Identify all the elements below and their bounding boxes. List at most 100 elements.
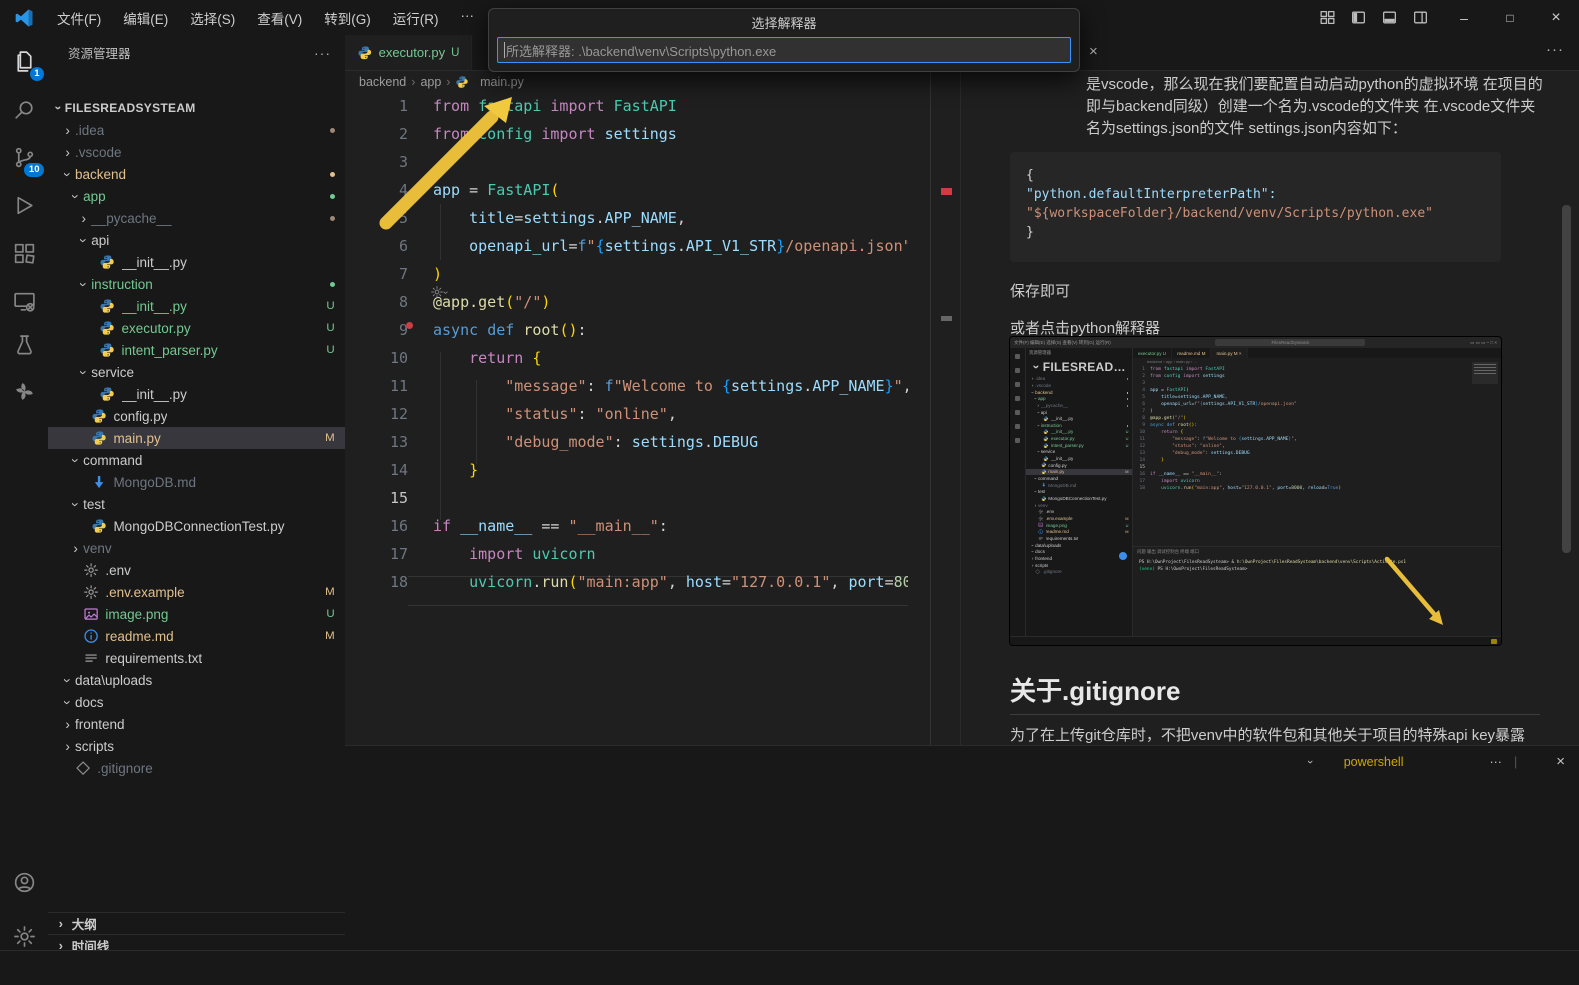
tree-item-command[interactable]: ›command bbox=[1026, 475, 1132, 482]
tree-item-__init__.py[interactable]: ›__init__.pyU bbox=[1026, 429, 1132, 436]
menu-查看(V)[interactable]: 查看(V) bbox=[246, 4, 313, 32]
tree-item-config.py[interactable]: ›config.py bbox=[48, 405, 345, 427]
tree-item-frontend[interactable]: ›frontend bbox=[48, 713, 345, 735]
menu-选择(S)[interactable]: 选择(S) bbox=[179, 4, 246, 32]
split-terminal-dropdown-icon[interactable] bbox=[1281, 754, 1296, 769]
inline-gear-icon[interactable]: › bbox=[430, 285, 447, 299]
tree-item-main.py[interactable]: ›main.pyM bbox=[1026, 469, 1132, 476]
kill-terminal-icon[interactable] bbox=[1462, 754, 1477, 769]
activity-account-icon[interactable] bbox=[0, 859, 48, 905]
tree-item-image.png[interactable]: ›image.pngU bbox=[1026, 522, 1132, 529]
tree-item-api[interactable]: ›api bbox=[48, 229, 345, 251]
tree-item-readme.md[interactable]: ›readme.mdM bbox=[1026, 528, 1132, 535]
tree-item-requirements.txt[interactable]: ›requirements.txt bbox=[1026, 535, 1132, 542]
tree-item-config.py[interactable]: ›config.py bbox=[1026, 462, 1132, 469]
timeline-section[interactable]: ›时间线 bbox=[48, 934, 345, 950]
tree-item-__init__.py[interactable]: ›__init__.py bbox=[1026, 415, 1132, 422]
chevron-down-icon[interactable]: › bbox=[1304, 760, 1316, 764]
maximize-panel-icon[interactable] bbox=[1529, 754, 1544, 769]
tree-item-service[interactable]: ›service bbox=[48, 361, 345, 383]
editor-actions-more-icon[interactable]: ··· bbox=[1546, 41, 1564, 58]
tree-item-executor.py[interactable]: ›executor.pyU bbox=[48, 317, 345, 339]
tree-item-instruction[interactable]: ›instruction bbox=[1026, 422, 1132, 429]
terminal-instance-powershell[interactable]: powershell bbox=[1324, 754, 1424, 769]
tree-item-main.py[interactable]: ›main.pyM bbox=[48, 427, 345, 449]
toggle-sidebar-icon[interactable] bbox=[1350, 9, 1367, 26]
tree-item-.gitignore[interactable]: ›.gitignore bbox=[48, 757, 345, 779]
refresh-icon[interactable] bbox=[1052, 13, 1069, 30]
tree-item-venv[interactable]: ›venv bbox=[48, 537, 345, 559]
tree-item-scripts[interactable]: ›scripts bbox=[1026, 562, 1132, 569]
activity-remote-explorer-icon[interactable] bbox=[0, 278, 48, 324]
tree-item-.vscode[interactable]: ›.vscode bbox=[48, 141, 345, 163]
menu-编辑(E)[interactable]: 编辑(E) bbox=[112, 4, 179, 32]
tree-item-MongoDB.md[interactable]: ›MongoDB.md bbox=[48, 471, 345, 493]
tree-item-executor.py[interactable]: ›executor.pyU bbox=[1026, 435, 1132, 442]
tree-item-FILESREADSYSTEAM[interactable]: ›FILESREADSYSTEAM bbox=[1026, 358, 1132, 375]
tree-item-__init__.py[interactable]: ›__init__.py bbox=[1026, 455, 1132, 462]
tree-item-.env.example[interactable]: ›.env.exampleM bbox=[1026, 515, 1132, 522]
customize-layout-icon[interactable] bbox=[1319, 9, 1336, 26]
tree-item-app[interactable]: ›app bbox=[1026, 395, 1132, 402]
tree-item-requirements.txt[interactable]: ›requirements.txt bbox=[48, 647, 345, 669]
tree-item-image.png[interactable]: ›image.pngU bbox=[48, 603, 345, 625]
tab-executor-py[interactable]: executor.py U bbox=[345, 35, 472, 70]
terminal-more-icon[interactable]: ··· bbox=[1489, 755, 1502, 769]
tree-item-test[interactable]: ›test bbox=[48, 493, 345, 515]
toggle-panel-icon[interactable] bbox=[1381, 9, 1398, 26]
tree-item-readme.md[interactable]: ›readme.mdM bbox=[48, 625, 345, 647]
tree-item-__init__.py[interactable]: ›__init__.py bbox=[48, 251, 345, 273]
activity-files-icon[interactable]: 1 bbox=[0, 38, 48, 84]
split-terminal-icon[interactable] bbox=[1435, 754, 1450, 769]
activity-test-beaker-icon[interactable] bbox=[0, 322, 48, 368]
tree-item-__pycache__[interactable]: ›__pycache__ bbox=[48, 207, 345, 229]
tree-item-__init__.py[interactable]: ›__init__.pyU bbox=[48, 295, 345, 317]
tree-item-__init__.py[interactable]: ›__init__.py bbox=[48, 383, 345, 405]
tree-item-.env[interactable]: ›.env bbox=[1026, 509, 1132, 516]
tree-item-intent_parser.py[interactable]: ›intent_parser.pyU bbox=[48, 339, 345, 361]
tree-item-service[interactable]: ›service bbox=[1026, 449, 1132, 456]
tree-item-data\uploads[interactable]: ›data\uploads bbox=[48, 669, 345, 691]
close-button[interactable]: × bbox=[1533, 0, 1579, 35]
interpreter-search-input[interactable]: 所选解释器: .\backend\venv\Scripts\python.exe bbox=[497, 37, 1071, 63]
tree-item-MongoDBConnectionTest.py[interactable]: ›MongoDBConnectionTest.py bbox=[48, 515, 345, 537]
activity-search-icon[interactable] bbox=[0, 86, 48, 132]
activity-run-debug-icon[interactable] bbox=[0, 182, 48, 228]
activity-source-control-icon[interactable]: 10 bbox=[0, 134, 48, 180]
tree-item-.vscode[interactable]: ›.vscode bbox=[1026, 382, 1132, 389]
breadcrumb[interactable]: backend›app›main.py bbox=[345, 71, 960, 93]
tree-item-.env.example[interactable]: ›.env.exampleM bbox=[48, 581, 345, 603]
tree-item-command[interactable]: ›command bbox=[48, 449, 345, 471]
maximize-button[interactable]: □ bbox=[1487, 0, 1533, 35]
close-tab-icon[interactable]: × bbox=[1089, 43, 1098, 60]
tree-item-MongoDB.md[interactable]: ›MongoDB.md bbox=[1026, 482, 1132, 489]
tree-item-.idea[interactable]: ›.idea bbox=[1026, 375, 1132, 382]
tree-item-data\uploads[interactable]: ›data\uploads bbox=[1026, 542, 1132, 549]
breadcrumb-app[interactable]: app bbox=[420, 75, 441, 89]
close-panel-icon[interactable]: × bbox=[1556, 753, 1565, 770]
tree-item-FILESREADSYSTEAM[interactable]: ›FILESREADSYSTEAM bbox=[48, 97, 345, 119]
menu-···[interactable]: ··· bbox=[450, 4, 486, 32]
menu-运行(R)[interactable]: 运行(R) bbox=[382, 4, 450, 32]
tree-item-MongoDBConnectionTest.py[interactable]: ›MongoDBConnectionTest.py bbox=[1026, 495, 1132, 502]
tree-item-instruction[interactable]: ›instruction bbox=[48, 273, 345, 295]
breadcrumb-backend[interactable]: backend bbox=[359, 75, 406, 89]
tree-item-backend[interactable]: ›backend bbox=[1026, 389, 1132, 396]
tree-item-docs[interactable]: ›docs bbox=[48, 691, 345, 713]
activity-extensions-icon[interactable] bbox=[0, 230, 48, 276]
toggle-secondary-sidebar-icon[interactable] bbox=[1412, 9, 1429, 26]
outline-section[interactable]: ›大纲 bbox=[48, 912, 345, 934]
tree-item-scripts[interactable]: ›scripts bbox=[48, 735, 345, 757]
minimize-button[interactable]: – bbox=[1441, 0, 1487, 35]
tree-item-__pycache__[interactable]: ›__pycache__ bbox=[1026, 402, 1132, 409]
tree-item-.idea[interactable]: ›.idea bbox=[48, 119, 345, 141]
tree-item-venv[interactable]: ›venv bbox=[1026, 502, 1132, 509]
tree-item-api[interactable]: ›api bbox=[1026, 409, 1132, 416]
tree-item-.gitignore[interactable]: ›.gitignore bbox=[1026, 568, 1132, 575]
sidebar-more-icon[interactable]: ··· bbox=[314, 45, 331, 61]
menu-文件(F)[interactable]: 文件(F) bbox=[46, 4, 112, 32]
tree-item-docs[interactable]: ›docs bbox=[1026, 548, 1132, 555]
activity-ai-pinwheel-icon[interactable] bbox=[0, 368, 48, 414]
code-editor[interactable]: 123456789101112131415161718 from fastapi… bbox=[345, 92, 908, 745]
preview-scrollbar[interactable] bbox=[1562, 205, 1571, 553]
